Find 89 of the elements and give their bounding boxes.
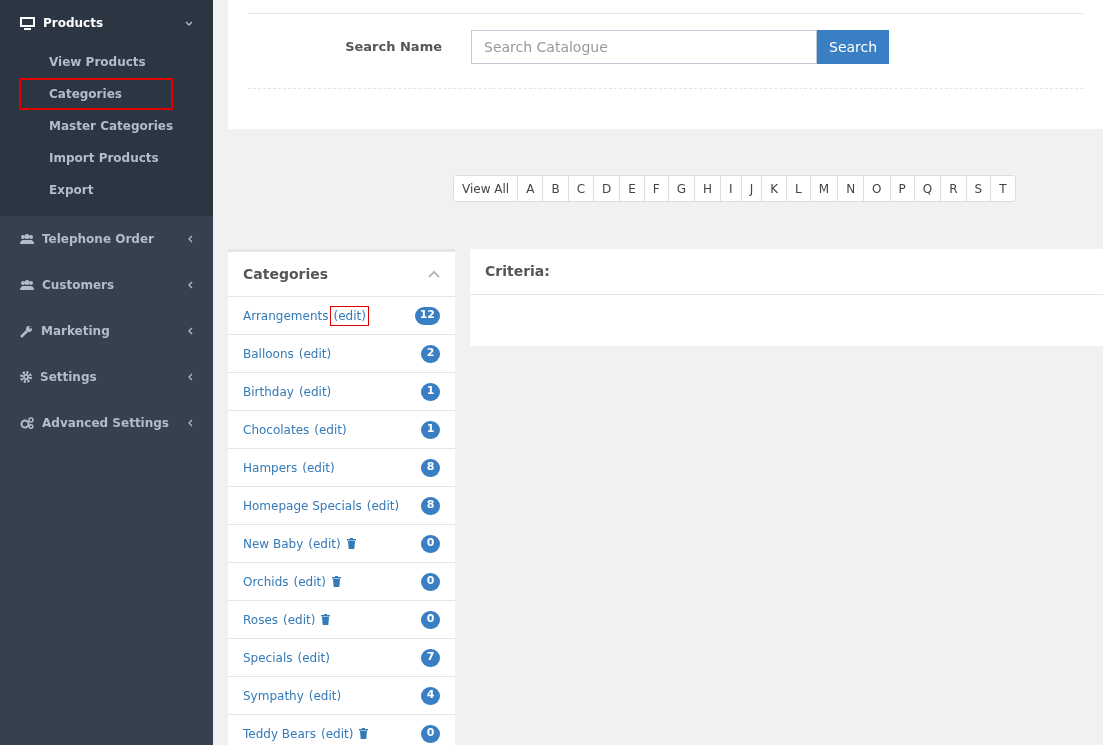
category-link[interactable]: Arrangements: [243, 306, 329, 325]
letter-filter[interactable]: View All: [454, 176, 518, 201]
edit-link[interactable]: (edit): [305, 685, 345, 706]
category-link[interactable]: Teddy Bears: [243, 724, 316, 743]
letter-filter[interactable]: I: [720, 176, 741, 201]
letter-filter[interactable]: G: [667, 176, 695, 201]
letter-filter[interactable]: D: [593, 176, 620, 201]
submenu-item[interactable]: View Products: [19, 46, 173, 78]
letter-filter[interactable]: C: [567, 176, 593, 201]
category-link[interactable]: Orchids: [243, 572, 289, 591]
sidebar-item[interactable]: Telephone Order: [0, 216, 213, 262]
letter-filter[interactable]: E: [619, 176, 644, 201]
users-icon: [20, 279, 34, 291]
submenu-item[interactable]: Categories: [19, 78, 173, 110]
chevron-left-icon: [188, 373, 193, 381]
search-label: Search Name: [344, 38, 443, 57]
edit-link[interactable]: (edit): [330, 305, 369, 326]
letter-filter[interactable]: S: [965, 176, 991, 201]
chevron-left-icon: [188, 419, 193, 427]
wrench-icon: [20, 324, 33, 338]
count-badge: 4: [421, 686, 440, 705]
category-link[interactable]: New Baby: [243, 534, 304, 553]
chevron-left-icon: [188, 281, 193, 289]
letter-filter[interactable]: N: [837, 176, 864, 201]
edit-link[interactable]: (edit): [311, 419, 350, 440]
monitor-icon: [20, 16, 35, 30]
gears-icon: [20, 417, 34, 429]
count-badge: 7: [421, 648, 440, 667]
edit-link[interactable]: (edit): [318, 723, 357, 744]
category-link[interactable]: Chocolates: [243, 420, 310, 439]
letter-filter[interactable]: L: [786, 176, 810, 201]
letter-filter[interactable]: P: [889, 176, 914, 201]
letter-filter[interactable]: M: [809, 176, 838, 201]
count-badge: 1: [421, 382, 440, 401]
count-badge: 8: [421, 496, 440, 515]
edit-link[interactable]: (edit): [294, 647, 333, 668]
chevron-left-icon: [188, 327, 193, 335]
letter-filter[interactable]: H: [694, 176, 721, 201]
submenu-item[interactable]: Export: [19, 174, 173, 206]
edit-link[interactable]: (edit): [280, 609, 319, 630]
count-badge: 12: [414, 306, 440, 325]
letter-filter[interactable]: K: [761, 176, 787, 201]
category-link[interactable]: Roses: [243, 610, 279, 629]
category-link[interactable]: Hampers: [243, 458, 298, 477]
chevron-left-icon: [188, 235, 193, 243]
count-badge: 0: [421, 610, 440, 629]
count-badge: 0: [421, 534, 440, 553]
panel-title: Criteria:: [485, 262, 550, 281]
category-link[interactable]: Homepage Specials: [243, 496, 362, 515]
users-icon: [20, 233, 34, 245]
letter-filter[interactable]: F: [643, 176, 668, 201]
letter-filter[interactable]: A: [517, 176, 543, 201]
edit-link[interactable]: (edit): [299, 457, 338, 478]
search-button[interactable]: Search: [817, 30, 890, 64]
count-badge: 1: [421, 420, 440, 439]
search-field[interactable]: Search Catalogue: [471, 30, 817, 64]
submenu-item[interactable]: Import Products: [19, 142, 173, 174]
letter-filter[interactable]: T: [990, 176, 1015, 201]
count-badge: 0: [421, 572, 440, 591]
edit-link[interactable]: (edit): [295, 381, 335, 402]
count-badge: 0: [421, 724, 440, 743]
letter-filter[interactable]: R: [940, 176, 966, 201]
sidebar-item[interactable]: Marketing: [0, 308, 213, 354]
letter-filter[interactable]: B: [542, 176, 568, 201]
count-badge: 8: [421, 458, 440, 477]
category-link[interactable]: Balloons: [243, 344, 294, 363]
category-link[interactable]: Specials: [243, 648, 293, 667]
letter-filter[interactable]: O: [863, 176, 890, 201]
sidebar-item[interactable]: Settings: [0, 354, 213, 400]
trash-icon[interactable]: [331, 576, 341, 587]
category-link[interactable]: Birthday: [243, 382, 294, 401]
submenu-item[interactable]: Master Categories: [19, 110, 173, 142]
edit-link[interactable]: (edit): [305, 533, 344, 554]
trash-icon[interactable]: [321, 614, 331, 625]
count-badge: 2: [421, 344, 440, 363]
category-link[interactable]: Sympathy: [243, 686, 304, 705]
sidebar-item[interactable]: Products: [0, 0, 213, 46]
letter-filter[interactable]: Q: [913, 176, 941, 201]
sidebar-item[interactable]: Customers: [0, 262, 213, 308]
trash-icon[interactable]: [359, 728, 369, 739]
panel-title: Categories: [243, 264, 329, 284]
chevron-down-icon: [185, 20, 193, 26]
edit-link[interactable]: (edit): [363, 495, 403, 516]
edit-link[interactable]: (edit): [295, 343, 335, 364]
edit-link[interactable]: (edit): [290, 571, 329, 592]
gear-icon: [20, 371, 32, 383]
trash-icon[interactable]: [346, 538, 356, 549]
letter-filter[interactable]: J: [740, 176, 762, 201]
sidebar-item[interactable]: Advanced Settings: [0, 400, 213, 446]
